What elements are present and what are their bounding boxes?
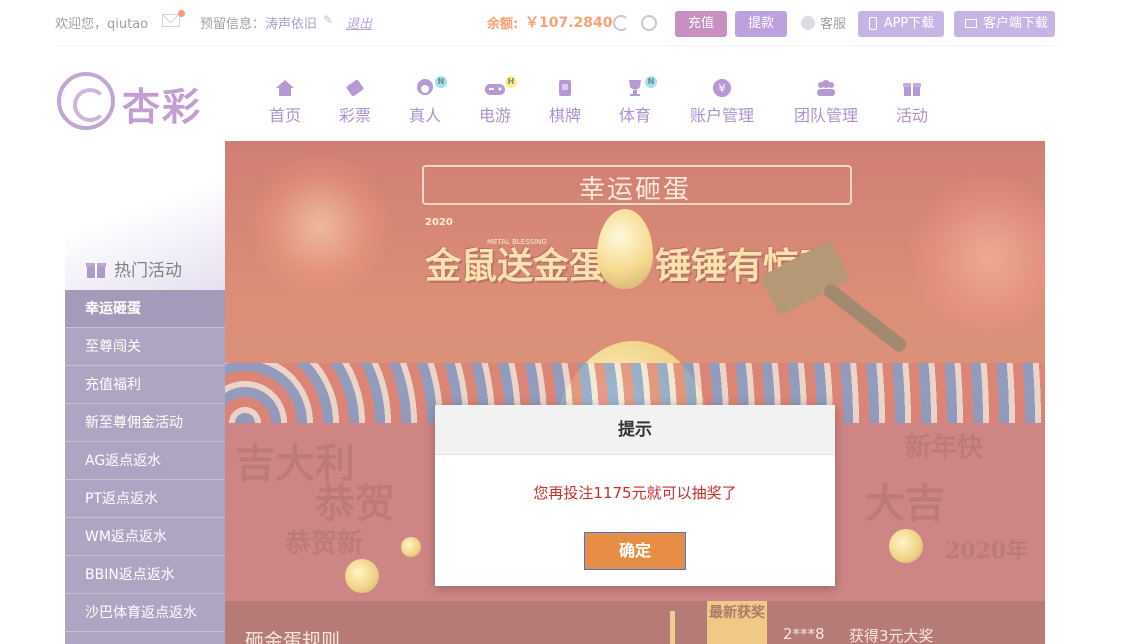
confirm-button[interactable]: 确定 (584, 532, 686, 570)
dialog-message: 您再投注1175元就可以抽奖了 (533, 484, 737, 502)
alert-dialog: 提示 您再投注1175元就可以抽奖了 确定 (435, 405, 835, 586)
dialog-title: 提示 (435, 405, 835, 455)
